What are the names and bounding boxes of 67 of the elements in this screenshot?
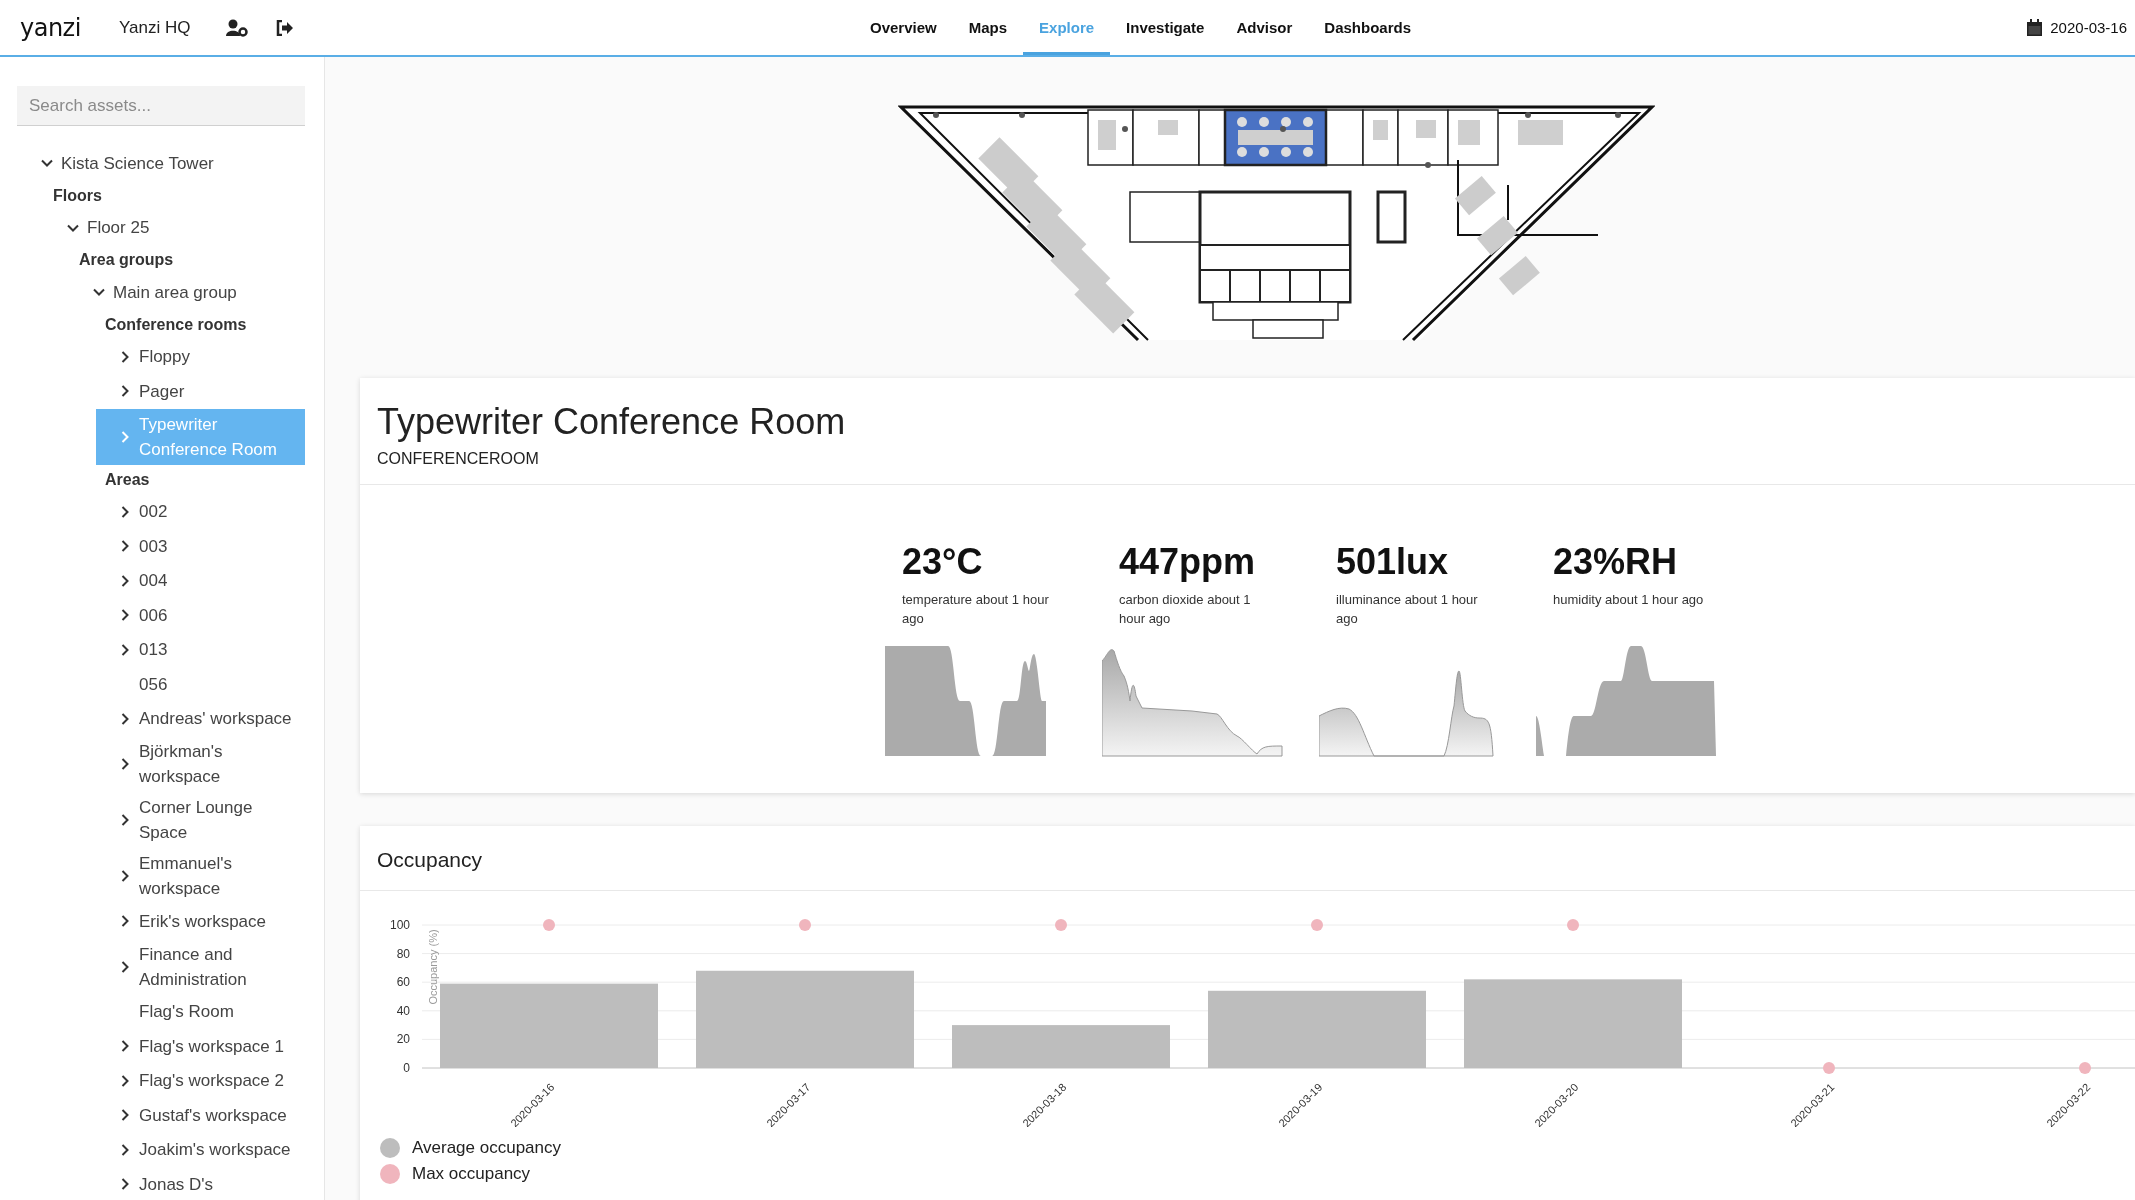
metric-value: 501lux xyxy=(1336,540,1450,584)
max-dot[interactable] xyxy=(2079,1062,2091,1074)
logout-icon[interactable] xyxy=(276,19,295,36)
tree-heading: Conference rooms xyxy=(105,314,248,335)
metric-value: 23%RH xyxy=(1553,540,1679,584)
card-title: Occupancy xyxy=(360,826,2135,891)
floor-plan-drawing[interactable] xyxy=(898,105,1655,342)
tree-item[interactable]: Flag's workspace 1 xyxy=(96,1029,305,1064)
tree-item[interactable]: Kista Science Tower xyxy=(18,146,305,181)
y-tick-label: 80 xyxy=(396,946,410,961)
tree-item[interactable]: Jonas D's xyxy=(96,1167,305,1200)
y-tick-label: 40 xyxy=(396,1003,410,1018)
tree-item[interactable]: Gustaf's workspace xyxy=(96,1098,305,1133)
y-tick-label: 100 xyxy=(389,918,410,932)
tree-item[interactable]: Erik's workspace xyxy=(96,904,305,939)
tree-item[interactable]: Corner Lounge Space xyxy=(96,792,305,848)
tree-item[interactable]: Björkman's workspace xyxy=(96,736,305,792)
metric-value: 447ppm xyxy=(1119,540,1257,584)
max-dot[interactable] xyxy=(1311,919,1323,931)
logo: yanzi xyxy=(20,13,81,42)
tree-item[interactable]: Flag's Room xyxy=(96,994,305,1029)
max-dot[interactable] xyxy=(543,919,555,931)
date-label[interactable]: 2020-03-16 xyxy=(2050,19,2127,36)
max-dot[interactable] xyxy=(799,919,811,931)
metric-label: humidity about 1 hour ago xyxy=(1553,591,1705,609)
tree-heading: Area groups xyxy=(79,250,175,270)
tree-item[interactable]: 004 xyxy=(96,563,305,598)
max-dot[interactable] xyxy=(1055,919,1067,931)
nav-tab[interactable]: Investigate xyxy=(1110,0,1221,55)
site-name: Yanzi HQ xyxy=(118,17,191,38)
nav-tab[interactable]: Maps xyxy=(952,0,1024,55)
tree-item[interactable]: 003 xyxy=(96,529,305,564)
nav-tab[interactable]: Advisor xyxy=(1220,0,1309,55)
tree-item[interactable]: 013 xyxy=(96,632,305,667)
tree-item[interactable]: 056 xyxy=(96,667,305,702)
legend-label: Max occupancy xyxy=(412,1164,531,1184)
tree-item[interactable]: Joakim's workspace xyxy=(96,1132,305,1167)
user-settings-icon[interactable] xyxy=(226,18,249,37)
tree-item[interactable]: Flag's workspace 2 xyxy=(96,1063,305,1098)
nav-tab[interactable]: Overview xyxy=(854,0,953,55)
tree-item[interactable]: Finance and Administration xyxy=(96,938,305,995)
axis-title: Occupancy (%) xyxy=(427,929,439,1005)
legend-label: Average occupancy xyxy=(412,1138,561,1158)
metric-label: illuminance about 1 hour ago xyxy=(1336,591,1479,628)
metric-value: 23°C xyxy=(902,540,984,584)
metric-label: temperature about 1 hour ago xyxy=(902,591,1050,628)
nav-tab[interactable]: Dashboards xyxy=(1308,0,1427,55)
y-tick-label: 0 xyxy=(403,1061,410,1075)
search-field[interactable]: Search assets... xyxy=(17,86,305,126)
tree-item[interactable]: Main area group xyxy=(70,275,305,310)
max-dot[interactable] xyxy=(1567,919,1579,931)
calendar-icon[interactable] xyxy=(2027,19,2043,36)
max-dot[interactable] xyxy=(1823,1062,1835,1074)
tree-item[interactable]: 002 xyxy=(96,494,305,529)
tree-item[interactable]: Andreas' workspace xyxy=(96,701,305,736)
room-title: Typewriter Conference Room xyxy=(377,400,847,444)
y-tick-label: 20 xyxy=(396,1032,410,1047)
tree-item[interactable]: 006 xyxy=(96,598,305,633)
tree-item[interactable]: Emmanuel's workspace xyxy=(96,848,305,904)
tree-item[interactable]: Floppy xyxy=(96,339,305,374)
y-tick-label: 60 xyxy=(396,975,410,990)
tree-heading: Floors xyxy=(53,185,103,206)
tree-heading: Areas xyxy=(105,469,151,490)
metric-label: carbon dioxide about 1 hour ago xyxy=(1119,591,1252,628)
tree-item[interactable]: Floor 25 xyxy=(44,210,305,245)
tree-item[interactable]: Pager xyxy=(96,374,305,409)
room-type: CONFERENCEROOM xyxy=(377,450,540,468)
